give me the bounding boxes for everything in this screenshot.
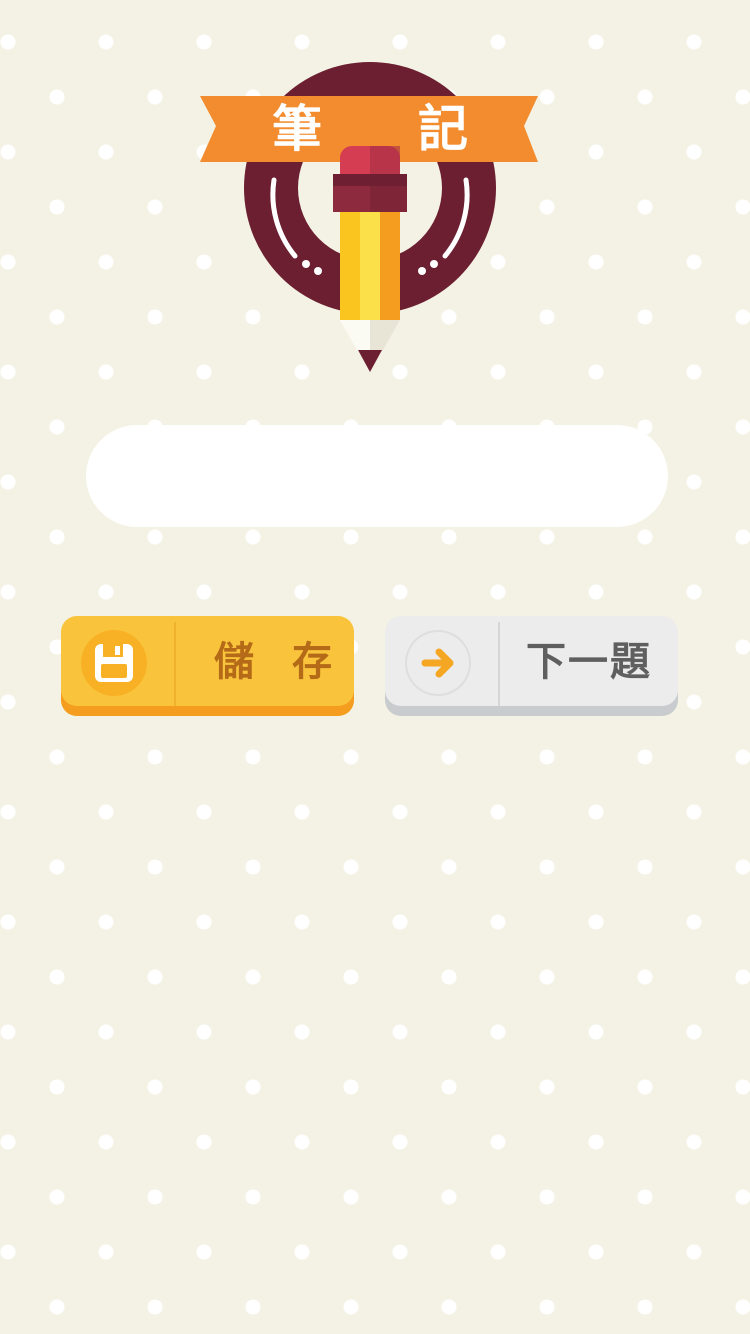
next-question-button[interactable]: 下一題 — [385, 616, 678, 716]
save-button[interactable]: 儲存 — [61, 616, 354, 716]
next-icon-badge — [405, 630, 471, 696]
save-button-label: 儲存 — [214, 639, 370, 685]
next-question-label: 下一題 — [526, 639, 652, 685]
note-input[interactable] — [86, 425, 668, 527]
floppy-disk-icon — [95, 644, 133, 682]
emblem-title-right: 記 — [418, 100, 468, 158]
arrow-right-icon — [421, 648, 454, 678]
emblem-title-left: 筆 — [272, 100, 322, 158]
notes-emblem: 筆 記 — [200, 60, 540, 380]
save-icon-badge — [81, 630, 147, 696]
emblem-graphic — [200, 62, 538, 372]
